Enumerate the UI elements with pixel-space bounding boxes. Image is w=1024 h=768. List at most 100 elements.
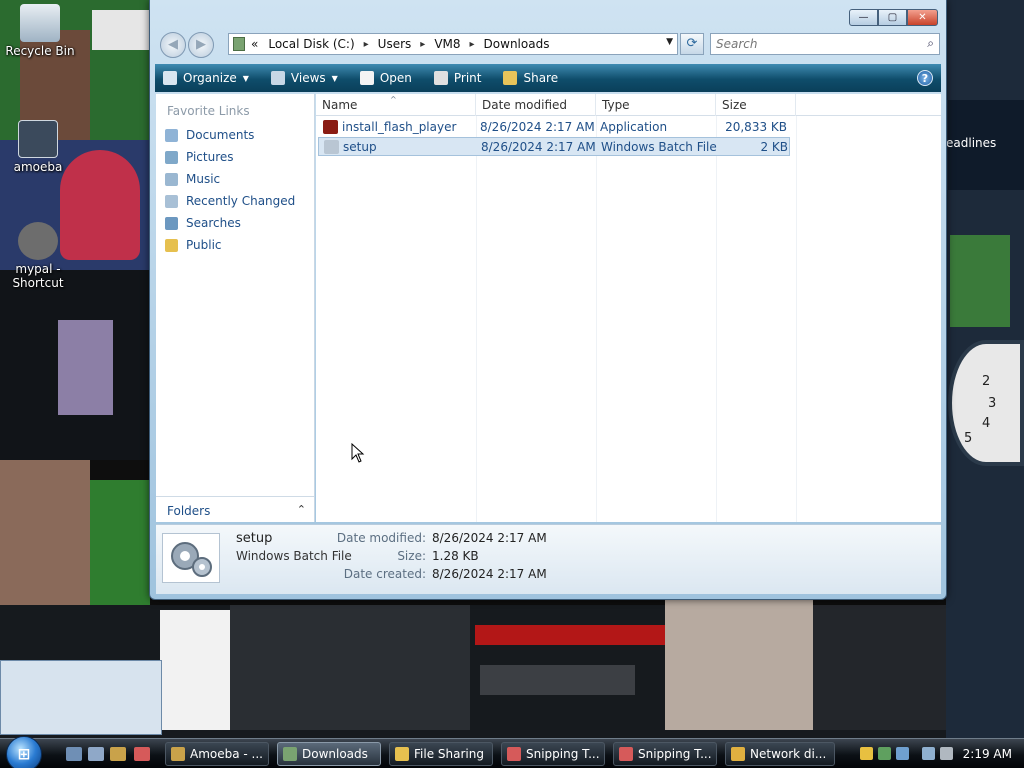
file-type: Application — [600, 120, 668, 134]
taskbar-button-snipping-tool[interactable]: Snipping T... — [613, 742, 717, 766]
details-date-created-label: Date created: — [343, 567, 426, 581]
details-date-modified-label: Date modified: — [336, 531, 426, 545]
chevron-down-icon: ▼ — [242, 73, 249, 83]
searches-icon — [165, 216, 178, 230]
folders-toggle[interactable]: Folders ⌃ — [156, 496, 314, 522]
breadcrumb-separator[interactable]: ▸ — [364, 39, 369, 50]
search-icon[interactable]: ⌕ — [927, 36, 934, 51]
application-icon — [323, 120, 338, 134]
breadcrumb-local-disk[interactable]: Local Disk (C:) — [268, 37, 354, 51]
minimize-button[interactable]: — — [849, 9, 878, 26]
explorer-window[interactable]: — ▢ ✕ ◀ ▶ « Local Disk (C:) ▸ Users ▸ VM… — [149, 0, 947, 600]
maximize-button[interactable]: ▢ — [878, 9, 907, 26]
wallpaper-block — [230, 605, 470, 730]
tray-icon[interactable] — [896, 747, 909, 760]
refresh-button[interactable]: ⟳ — [680, 33, 704, 55]
file-name: install_flash_player — [342, 120, 457, 134]
snipping-tool-icon — [507, 747, 521, 761]
search-input[interactable]: Search ⌕ — [710, 33, 940, 55]
taskbar-button-downloads[interactable]: Downloads — [277, 742, 381, 766]
file-date: 8/26/2024 2:17 AM — [481, 140, 596, 154]
file-list[interactable]: Name ^ Date modified Type Size install_f… — [316, 94, 941, 522]
favorite-link-music[interactable]: Music — [156, 168, 314, 190]
views-button[interactable]: Views ▼ — [270, 71, 338, 85]
organize-label: Organize — [183, 71, 237, 85]
start-button[interactable]: ⊞ — [6, 736, 42, 768]
favorite-link-pictures[interactable]: Pictures — [156, 146, 314, 168]
snipping-tool-icon — [619, 747, 633, 761]
switch-windows-icon[interactable] — [88, 747, 104, 761]
taskbar-button-snipping-tool[interactable]: Snipping T... — [501, 742, 605, 766]
breadcrumb-overflow[interactable]: « — [251, 37, 258, 51]
details-size: 1.28 KB — [432, 549, 479, 563]
desktop-icon-label: Recycle Bin — [5, 44, 75, 58]
quick-launch-icon[interactable] — [134, 747, 150, 761]
volume-muted-icon[interactable] — [940, 747, 953, 760]
address-bar[interactable]: « Local Disk (C:) ▸ Users ▸ VM8 ▸ Downlo… — [228, 33, 678, 55]
favorite-links-title: Favorite Links — [167, 104, 250, 118]
taskbar-button-network[interactable]: Network di... — [725, 742, 835, 766]
desktop-icon-label: amoeba — [13, 160, 63, 174]
column-header-type[interactable]: Type — [596, 94, 716, 116]
close-button[interactable]: ✕ — [907, 9, 938, 26]
navigation-bar: ◀ ▶ « Local Disk (C:) ▸ Users ▸ VM8 ▸ Do… — [158, 30, 940, 58]
public-folder-icon — [165, 238, 178, 252]
file-row-install-flash-player[interactable]: install_flash_player 8/26/2024 2:17 AM A… — [318, 118, 790, 137]
share-label: Share — [523, 71, 559, 85]
organize-icon — [163, 71, 177, 85]
security-shield-icon[interactable] — [860, 747, 873, 760]
share-button[interactable]: Share — [503, 71, 558, 85]
amoeba-icon — [18, 120, 58, 158]
help-button[interactable]: ? — [917, 70, 933, 86]
clock[interactable]: 2:19 AM — [963, 747, 1012, 761]
file-size: 20,833 KB — [725, 120, 787, 134]
breadcrumb-downloads[interactable]: Downloads — [484, 37, 550, 51]
network-icon[interactable] — [922, 747, 935, 760]
favorite-link-searches[interactable]: Searches — [156, 212, 314, 234]
desktop-icon-recycle-bin[interactable]: Recycle Bin — [2, 4, 78, 58]
clock-number: 3 — [988, 396, 997, 411]
wallpaper-block — [160, 610, 230, 730]
forward-button[interactable]: ▶ — [188, 32, 214, 58]
taskbar-button-amoeba[interactable]: Amoeba - ... — [165, 742, 269, 766]
chevron-up-icon[interactable]: ⌃ — [297, 503, 306, 516]
breadcrumb-vm8[interactable]: VM8 — [434, 37, 460, 51]
favorite-link-recently-changed[interactable]: Recently Changed — [156, 190, 314, 212]
favorite-link-label: Documents — [186, 128, 255, 142]
quick-launch-icon[interactable] — [110, 747, 126, 761]
address-dropdown-icon[interactable]: ▼ — [666, 37, 673, 47]
tray-icon[interactable] — [878, 747, 891, 760]
favorite-link-documents[interactable]: Documents — [156, 124, 314, 146]
column-header-name[interactable]: Name ^ — [316, 94, 476, 116]
desktop-icon-label: mypal - Shortcut — [12, 262, 64, 290]
documents-icon — [165, 128, 178, 142]
open-label: Open — [379, 71, 412, 85]
column-guide — [476, 116, 477, 522]
file-row-setup[interactable]: setup 8/26/2024 2:17 AM Windows Batch Fi… — [318, 137, 790, 156]
show-desktop-icon[interactable] — [66, 747, 82, 761]
taskbar-button-label: Downloads — [302, 747, 368, 761]
desktop-icon-mypal-shortcut[interactable]: mypal - Shortcut — [0, 222, 76, 290]
print-icon — [433, 71, 448, 85]
favorite-link-public[interactable]: Public — [156, 234, 314, 256]
pictures-icon — [165, 150, 178, 164]
favorite-link-label: Recently Changed — [186, 194, 296, 208]
taskbar-button-file-sharing[interactable]: File Sharing — [389, 742, 493, 766]
music-icon — [165, 172, 178, 186]
folder-icon — [233, 37, 245, 51]
breadcrumb-users[interactable]: Users — [378, 37, 412, 51]
file-name: setup — [343, 140, 377, 154]
breadcrumb-separator[interactable]: ▸ — [420, 39, 425, 50]
gadget-headlines-text: eadlines — [946, 136, 997, 150]
column-header-size[interactable]: Size — [716, 94, 796, 116]
taskbar-button-label: Snipping T... — [526, 747, 600, 761]
column-guide — [716, 116, 717, 522]
back-button[interactable]: ◀ — [160, 32, 186, 58]
column-header-date-modified[interactable]: Date modified — [476, 94, 596, 116]
organize-button[interactable]: Organize ▼ — [163, 71, 249, 85]
print-button[interactable]: Print — [433, 71, 481, 85]
breadcrumb-separator[interactable]: ▸ — [470, 39, 475, 50]
desktop-icon-amoeba[interactable]: amoeba — [0, 120, 76, 174]
open-button[interactable]: Open — [359, 71, 412, 85]
batch-file-gear-icon — [324, 140, 339, 154]
